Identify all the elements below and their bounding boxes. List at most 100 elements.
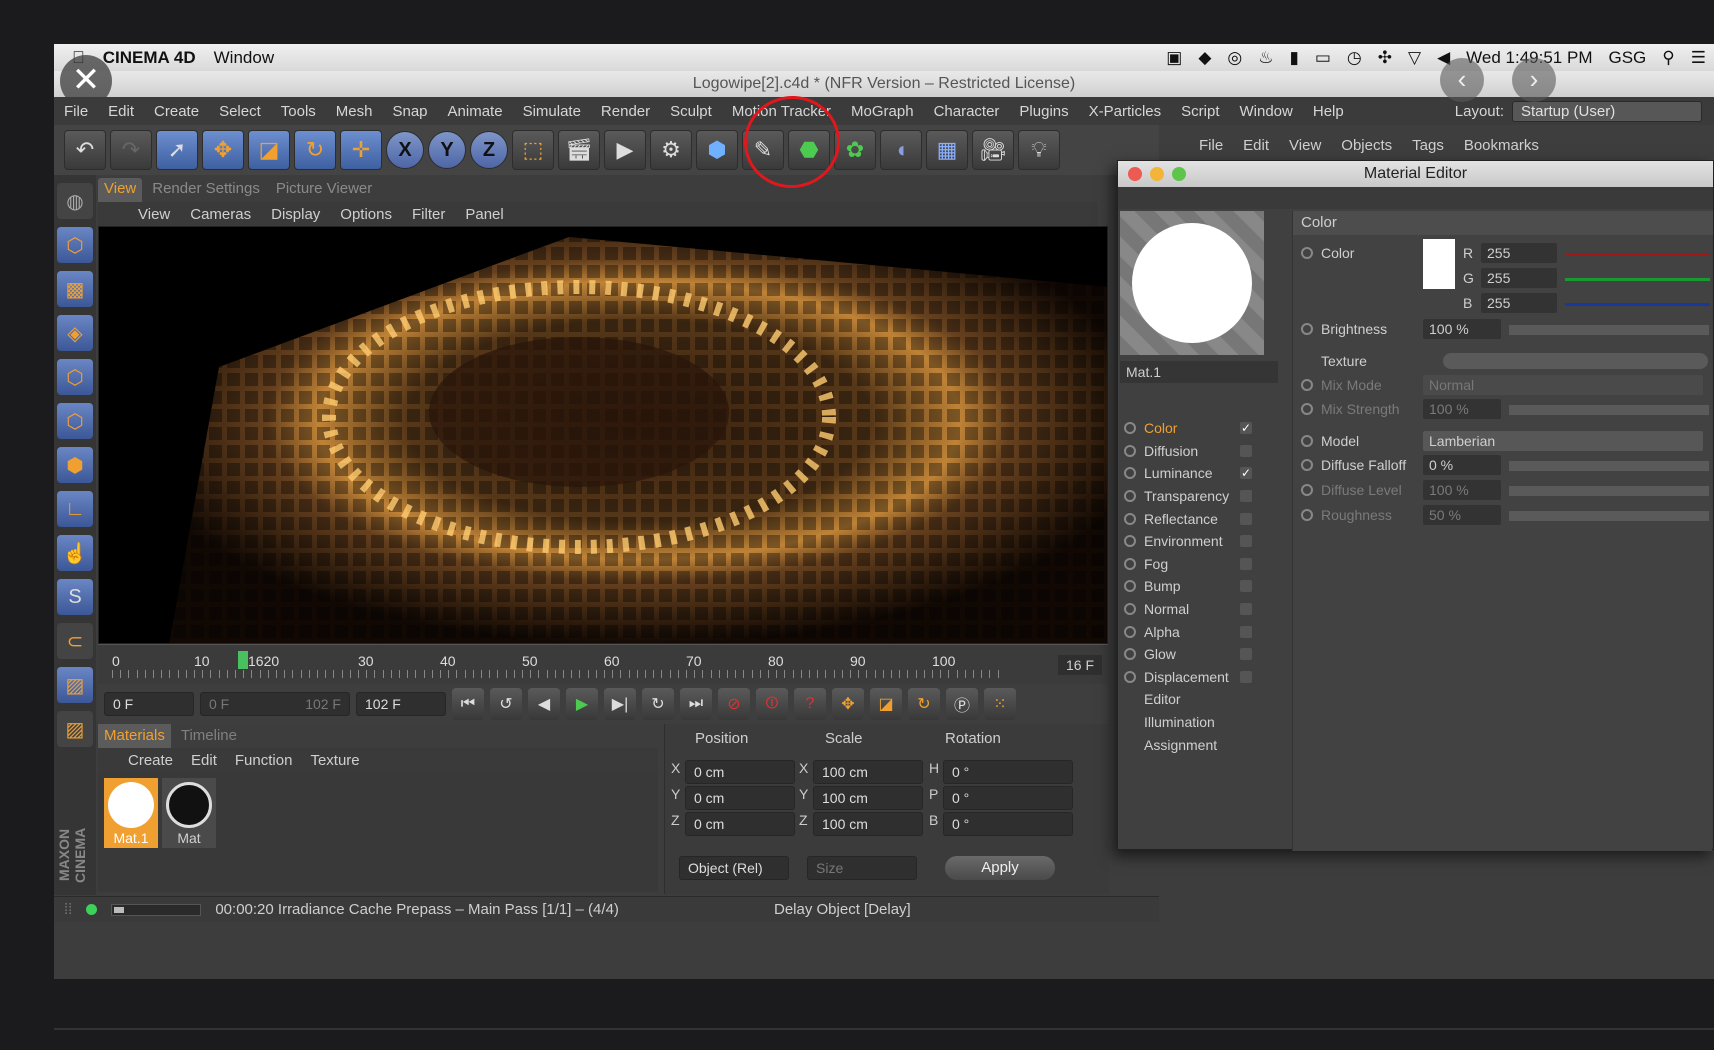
diffuse-falloff-slider[interactable] bbox=[1509, 461, 1709, 471]
close-overlay-icon[interactable]: ✕ bbox=[60, 55, 112, 107]
transform-icon[interactable]: ✛ bbox=[340, 130, 382, 170]
menu-item[interactable]: Render bbox=[601, 103, 650, 120]
channel-checkbox[interactable] bbox=[1240, 535, 1252, 548]
channel-checkbox[interactable] bbox=[1240, 490, 1252, 503]
app-menu[interactable]: CINEMA 4D bbox=[103, 48, 196, 68]
texture-mode-icon[interactable]: ▩ bbox=[57, 271, 93, 307]
materials-menu-item[interactable]: Create bbox=[128, 752, 173, 769]
channel-checkbox[interactable] bbox=[1240, 557, 1252, 570]
prev-frame-icon[interactable]: ◀ bbox=[528, 688, 560, 720]
r-field[interactable]: 255 bbox=[1481, 243, 1557, 263]
world-coords-icon[interactable]: ⬚ bbox=[512, 130, 554, 170]
start-frame-field[interactable]: 0 F bbox=[104, 692, 194, 716]
y-axis-icon[interactable]: Y bbox=[428, 131, 466, 169]
channel-reflectance[interactable]: Reflectance bbox=[1120, 507, 1290, 530]
materials-menu-item[interactable]: Function bbox=[235, 752, 293, 769]
tab-view[interactable]: View bbox=[98, 178, 143, 202]
render-settings-icon[interactable]: ⚙ bbox=[650, 130, 692, 170]
menu-item[interactable]: Select bbox=[219, 103, 261, 120]
next-overlay-icon[interactable]: › bbox=[1512, 58, 1556, 102]
key-rotation-icon[interactable]: ↻ bbox=[908, 688, 940, 720]
end-frame-field[interactable]: 102 F bbox=[356, 692, 446, 716]
channel-transparency[interactable]: Transparency bbox=[1120, 485, 1290, 508]
channel-checkbox[interactable] bbox=[1240, 580, 1252, 593]
close-window-icon[interactable] bbox=[1128, 167, 1142, 181]
materials-menu-item[interactable]: Texture bbox=[310, 752, 359, 769]
undo-icon[interactable]: ↶ bbox=[64, 130, 106, 170]
diffuse-falloff-field[interactable]: 0 % bbox=[1423, 455, 1501, 475]
channel-normal[interactable]: Normal bbox=[1120, 598, 1290, 621]
menu-item[interactable]: Window bbox=[1240, 103, 1293, 120]
next-key-icon[interactable]: ↻ bbox=[642, 688, 674, 720]
user-name[interactable]: GSG bbox=[1609, 48, 1647, 68]
channel-diffusion[interactable]: Diffusion bbox=[1120, 440, 1290, 463]
camera-object-icon[interactable]: 🎥︎ bbox=[972, 130, 1014, 170]
scale-icon[interactable]: ◪ bbox=[248, 130, 290, 170]
scale-x-field[interactable]: 100 cm bbox=[813, 760, 923, 784]
mix-mode-dropdown[interactable]: Normal bbox=[1423, 375, 1703, 395]
channel-checkbox[interactable] bbox=[1240, 444, 1252, 457]
render-picture-icon[interactable]: ▶ bbox=[604, 130, 646, 170]
dropbox-icon[interactable]: ◆ bbox=[1198, 48, 1211, 68]
magnet-icon[interactable]: ⊂ bbox=[57, 623, 93, 659]
go-to-end-icon[interactable]: ⏭ bbox=[680, 688, 712, 720]
diffuse-level-slider[interactable] bbox=[1509, 486, 1709, 496]
position-y-field[interactable]: 0 cm bbox=[685, 786, 795, 810]
menu-item[interactable]: X-Particles bbox=[1089, 103, 1162, 120]
channel-bump[interactable]: Bump bbox=[1120, 575, 1290, 598]
menu-item[interactable]: Create bbox=[154, 103, 199, 120]
position-x-field[interactable]: 0 cm bbox=[685, 760, 795, 784]
scale-y-field[interactable]: 100 cm bbox=[813, 786, 923, 810]
cube-icon[interactable]: ⬢ bbox=[696, 130, 738, 170]
channel-checkbox[interactable] bbox=[1240, 670, 1252, 683]
menu-item[interactable]: Simulate bbox=[523, 103, 581, 120]
go-to-start-icon[interactable]: ⏮ bbox=[452, 688, 484, 720]
om-menu-item[interactable]: Bookmarks bbox=[1464, 137, 1539, 154]
window-menu[interactable]: Window bbox=[214, 48, 274, 68]
current-frame-field[interactable]: 16 F bbox=[1057, 655, 1102, 675]
diffuse-level-field[interactable]: 100 % bbox=[1423, 480, 1501, 500]
tab-picture-viewer[interactable]: Picture Viewer bbox=[270, 178, 378, 202]
channel-checkbox[interactable] bbox=[1240, 625, 1252, 638]
minimize-window-icon[interactable] bbox=[1150, 167, 1164, 181]
material-name-field[interactable]: Mat.1 bbox=[1120, 361, 1278, 383]
om-menu-item[interactable]: Edit bbox=[1243, 137, 1269, 154]
planar-workplane-icon[interactable]: ▨ bbox=[57, 711, 93, 747]
x-axis-icon[interactable]: X bbox=[386, 131, 424, 169]
menu-item[interactable]: Animate bbox=[448, 103, 503, 120]
rotation-p-field[interactable]: 0 ° bbox=[943, 786, 1073, 810]
mix-strength-field[interactable]: 100 % bbox=[1423, 399, 1501, 419]
channel-illumination[interactable]: Illumination bbox=[1120, 711, 1290, 734]
channel-checkbox[interactable] bbox=[1240, 512, 1252, 525]
playhead[interactable] bbox=[238, 651, 248, 669]
z-axis-icon[interactable]: Z bbox=[470, 131, 508, 169]
menu-item[interactable]: MoGraph bbox=[851, 103, 914, 120]
om-menu-item[interactable]: View bbox=[1289, 137, 1321, 154]
menu-item[interactable]: Tools bbox=[281, 103, 316, 120]
range-slider[interactable]: 0 F 102 F bbox=[200, 692, 350, 716]
move-icon[interactable]: ✥ bbox=[202, 130, 244, 170]
creative-cloud-icon[interactable]: ◎ bbox=[1227, 48, 1242, 68]
channel-checkbox[interactable] bbox=[1240, 603, 1252, 616]
tab-render-settings[interactable]: Render Settings bbox=[146, 178, 266, 202]
bluetooth-icon[interactable]: ✣ bbox=[1378, 48, 1392, 68]
material-item[interactable]: Mat.1 bbox=[104, 778, 158, 848]
channel-luminance[interactable]: Luminance ✓ bbox=[1120, 462, 1290, 485]
om-menu-item[interactable]: Tags bbox=[1412, 137, 1444, 154]
material-preview-large[interactable] bbox=[1120, 211, 1264, 355]
layout-dropdown[interactable]: Startup (User) bbox=[1512, 100, 1702, 122]
grid-icon[interactable]: ◍ bbox=[57, 183, 93, 219]
zoom-window-icon[interactable] bbox=[1172, 167, 1186, 181]
axis-mode-icon[interactable]: ∟ bbox=[57, 491, 93, 527]
brightness-slider[interactable] bbox=[1509, 325, 1709, 335]
size-dropdown[interactable]: Size bbox=[807, 856, 917, 880]
channel-assignment[interactable]: Assignment bbox=[1120, 733, 1290, 756]
workplane-icon[interactable]: ◈ bbox=[57, 315, 93, 351]
channel-color[interactable]: Color ✓ bbox=[1120, 417, 1290, 440]
keyframe-selection-icon[interactable]: ? bbox=[794, 688, 826, 720]
tweak-icon[interactable]: ☝ bbox=[57, 535, 93, 571]
deformer-icon[interactable]: ◖ bbox=[880, 130, 922, 170]
menu-item[interactable]: Help bbox=[1313, 103, 1344, 120]
key-parameter-icon[interactable]: Ⓟ bbox=[946, 688, 978, 720]
next-frame-icon[interactable]: ▶| bbox=[604, 688, 636, 720]
